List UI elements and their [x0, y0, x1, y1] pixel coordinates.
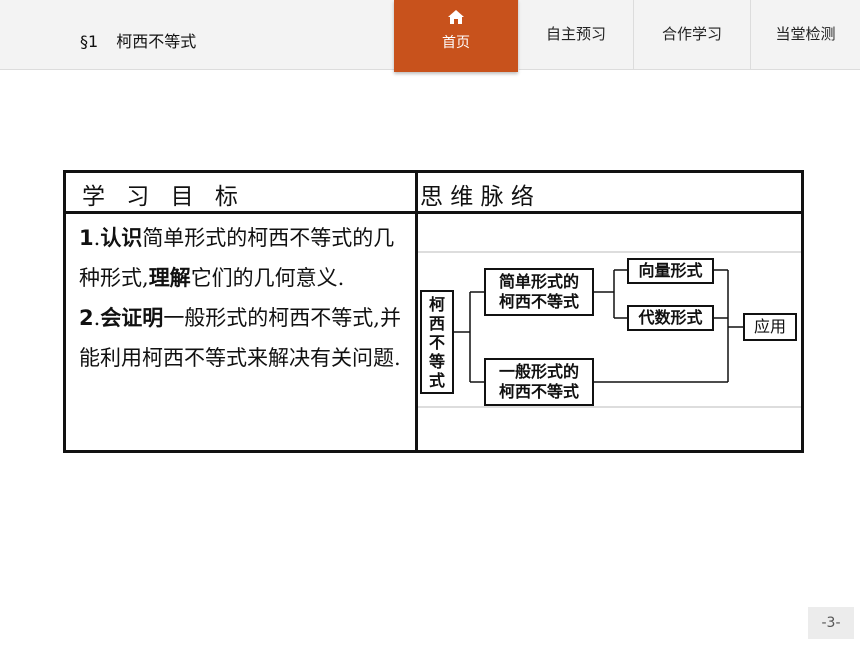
mindmap-algebra-form-box: 代数形式: [627, 305, 714, 331]
objectives-text: 1.认识简单形式的柯西不等式的几种形式,理解它们的几何意义. 2.会证明一般形式…: [79, 218, 404, 378]
home-button[interactable]: 首页: [394, 0, 518, 72]
mindmap-root-box: 柯西不等式: [420, 290, 454, 394]
objectives-table: 学 习 目 标 思 维 脉 络 1.认识简单形式的柯西不等式的几种形式,理解它们…: [63, 170, 804, 453]
learning-objectives-header: 学 习 目 标: [82, 184, 238, 210]
mindmap-simple-line1: 简单形式的: [498, 272, 579, 291]
mindmap-simple-line2: 柯西不等式: [498, 292, 579, 311]
section-title-text: 柯西不等式: [116, 32, 197, 51]
obj2-number: 2: [79, 306, 94, 330]
mindmap-general-line1: 一般形式的: [498, 362, 579, 381]
mindmap-apply-box: 应用: [743, 313, 797, 341]
obj1-number: 1: [79, 226, 94, 250]
obj1-text-b: 它们的几何意义.: [190, 266, 345, 290]
mindmap-simple-form-box: 简单形式的 柯西不等式: [484, 268, 594, 316]
mindmap-general-form-box: 一般形式的 柯西不等式: [484, 358, 594, 406]
obj2-verb-prove: 会证明: [100, 306, 164, 330]
page-number: -3-: [808, 607, 854, 639]
obj1-verb-understand: 理解: [148, 266, 191, 290]
mind-map: 柯西不等式 简单形式的 柯西不等式 一般形式的 柯西不等式 向量形式 代数形式 …: [418, 214, 801, 450]
tab-cooperative-learning[interactable]: 合作学习: [633, 0, 750, 70]
section-mark: §1: [80, 32, 99, 51]
mindmap-vector-form-box: 向量形式: [627, 258, 714, 284]
home-label: 首页: [442, 35, 470, 51]
top-nav-bar: §1 柯西不等式 首页 自主预习 合作学习 当堂检测: [0, 0, 860, 72]
mindmap-general-line2: 柯西不等式: [498, 382, 579, 401]
obj1-verb-recognize: 认识: [100, 226, 143, 250]
thinking-context-header: 思 维 脉 络: [420, 184, 534, 210]
section-title: §1 柯西不等式: [80, 28, 196, 52]
tab-self-preview[interactable]: 自主预习: [518, 0, 633, 70]
tab-class-test[interactable]: 当堂检测: [750, 0, 860, 70]
home-icon: [448, 10, 464, 24]
mindmap-root-label: 柯西不等式: [428, 295, 445, 390]
